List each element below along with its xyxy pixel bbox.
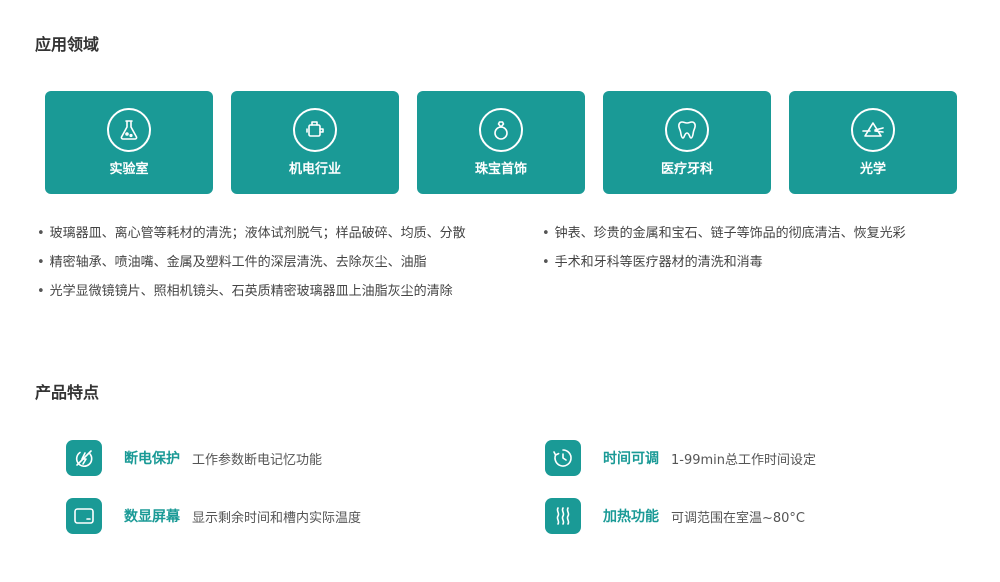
tooth-icon <box>665 108 709 152</box>
feature-desc: 显示剩余时间和槽内实际温度 <box>192 510 362 526</box>
timer-icon <box>545 440 581 476</box>
feature-power-protection: 断电保护 工作参数断电记忆功能 <box>66 440 322 476</box>
list-item: 手术和牙科等医疗器材的清洗和消毒 <box>542 253 906 282</box>
feature-name: 数显屏幕 <box>124 509 180 525</box>
list-item: 精密轴承、喷油嘴、金属及塑料工件的深层清洗、去除灰尘、油脂 <box>37 253 466 282</box>
power-protect-icon <box>66 440 102 476</box>
feature-heating: 加热功能 可调范围在室温~80°C <box>545 498 805 534</box>
list-item: 钟表、珍贵的金属和宝石、链子等饰品的彻底清洁、恢复光彩 <box>542 224 906 253</box>
card-label: 机电行业 <box>288 162 341 177</box>
card-label: 实验室 <box>109 162 149 177</box>
section-title-features: 产品特点 <box>35 383 100 402</box>
list-item: 玻璃器皿、离心管等耗材的清洗；液体试剂脱气；样品破碎、均质、分散 <box>37 224 466 253</box>
feature-name: 时间可调 <box>603 451 659 467</box>
feature-name: 加热功能 <box>603 509 659 525</box>
feature-digital-display: 数显屏幕 显示剩余时间和槽内实际温度 <box>66 498 361 534</box>
diamond-ring-icon <box>479 108 523 152</box>
flask-icon <box>107 108 151 152</box>
application-list-left: 玻璃器皿、离心管等耗材的清洗；液体试剂脱气；样品破碎、均质、分散 精密轴承、喷油… <box>37 224 466 311</box>
list-item: 光学显微镜镜片、照相机镜头、石英质精密玻璃器皿上油脂灰尘的清除 <box>37 282 466 311</box>
card-jewelry[interactable]: 珠宝首饰 <box>417 91 585 194</box>
feature-desc: 工作参数断电记忆功能 <box>192 452 323 468</box>
card-label: 医疗牙科 <box>660 162 713 177</box>
feature-adjustable-time: 时间可调 1-99min总工作时间设定 <box>545 440 816 476</box>
motor-icon <box>293 108 337 152</box>
screen-icon <box>66 498 102 534</box>
feature-desc: 可调范围在室温~80°C <box>671 510 806 526</box>
feature-name: 断电保护 <box>124 451 180 467</box>
application-cards: 实验室 机电行业 珠宝首饰 医疗牙科 光学 <box>45 91 957 194</box>
section-title-applications: 应用领域 <box>35 35 100 54</box>
card-label: 珠宝首饰 <box>474 162 527 177</box>
card-dental[interactable]: 医疗牙科 <box>603 91 771 194</box>
card-label: 光学 <box>859 162 886 177</box>
card-optics[interactable]: 光学 <box>789 91 957 194</box>
heat-icon <box>545 498 581 534</box>
application-list-right: 钟表、珍贵的金属和宝石、链子等饰品的彻底清洁、恢复光彩 手术和牙科等医疗器材的清… <box>542 224 906 282</box>
prism-icon <box>851 108 895 152</box>
card-electromechanical[interactable]: 机电行业 <box>231 91 399 194</box>
feature-desc: 1-99min总工作时间设定 <box>671 452 817 468</box>
card-laboratory[interactable]: 实验室 <box>45 91 213 194</box>
